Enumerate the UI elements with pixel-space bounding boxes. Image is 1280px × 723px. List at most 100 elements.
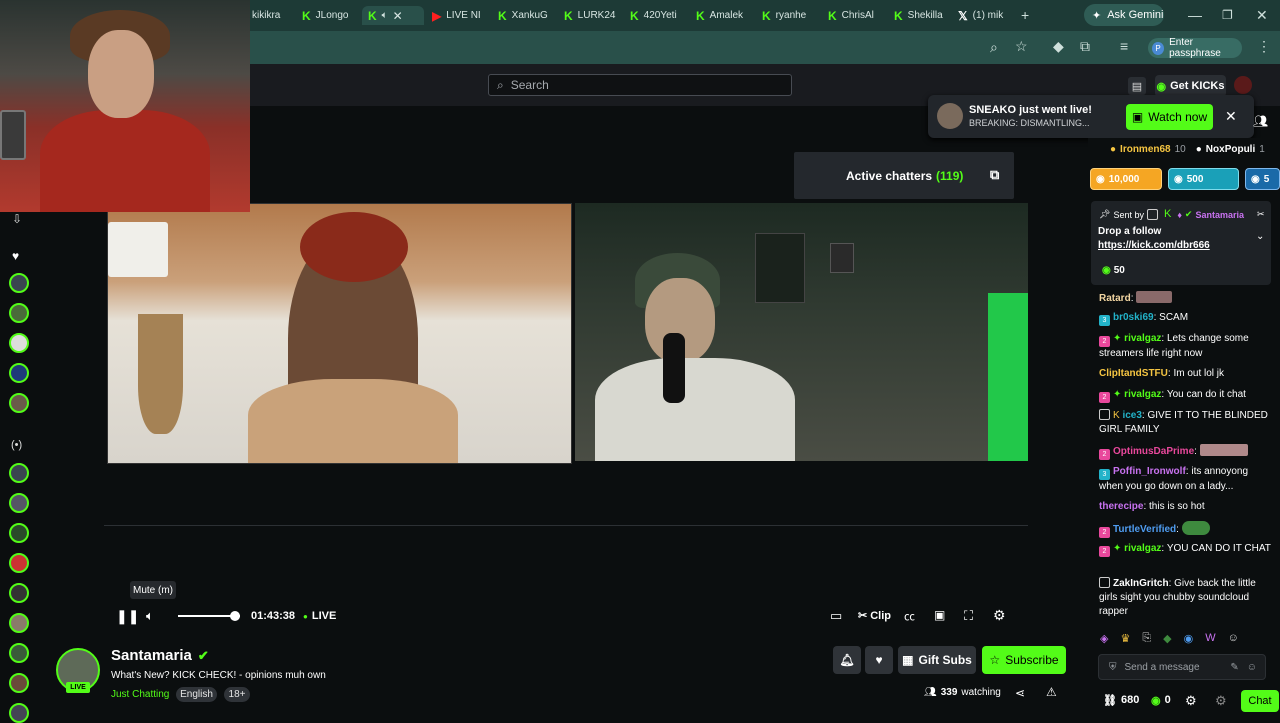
chat-username[interactable]: therecipe [1099, 501, 1143, 512]
pinned-link[interactable]: https://kick.com/dbr666 [1098, 240, 1210, 251]
chat-send-button[interactable]: Chat [1241, 690, 1279, 712]
maximize-icon[interactable]: ❐ [1222, 8, 1233, 22]
chat-username[interactable]: ZakInGritch [1113, 578, 1169, 589]
gift-subs-button[interactable]: ▦ Gift Subs [898, 646, 976, 674]
browser-tab[interactable]: Kryanhe [762, 6, 814, 25]
browser-tab-active[interactable]: K 🔈︎ ✕ [362, 6, 424, 25]
live-channel-avatar[interactable] [9, 673, 29, 693]
gifter-name[interactable]: Ironmen68 [1120, 144, 1171, 155]
unpin-icon[interactable]: ✂ [1257, 209, 1265, 220]
settings-gear-icon[interactable]: ⚙ [993, 607, 1006, 624]
live-channel-avatar[interactable] [9, 493, 29, 513]
ask-gemini-button[interactable]: ✦ Ask Gemini [1084, 4, 1164, 26]
emote-icon[interactable]: ☺ [1228, 632, 1239, 648]
close-tab-icon[interactable]: ✕ [393, 9, 403, 23]
volume-icon[interactable]: 🔈︎ [146, 608, 154, 624]
passphrase-button[interactable]: P Enter passphrase [1148, 37, 1242, 59]
chat-message-input[interactable]: ⛨ Send a message ✎ ☺ [1098, 654, 1266, 680]
live-channel-avatar[interactable] [9, 613, 29, 633]
live-channel-avatar[interactable] [9, 703, 29, 723]
share-icon[interactable]: ⋖ [1015, 686, 1025, 700]
mod-tools-icon[interactable]: ⚙ [1215, 693, 1227, 709]
pause-icon[interactable]: ❚❚ [116, 608, 139, 625]
followed-channel-avatar[interactable] [9, 363, 29, 383]
chat-username[interactable]: Ratard [1099, 293, 1131, 304]
zoom-icon[interactable]: ⌕ [990, 40, 998, 54]
gift-box-blue[interactable]: ◉ 500 [1168, 168, 1239, 190]
chat-users-icon[interactable]: 👥︎ [1253, 114, 1268, 128]
browser-tab[interactable]: K LURK24 [564, 6, 616, 25]
browser-tab[interactable]: K Shekilla [894, 6, 946, 25]
browser-tab[interactable]: ▶ LIVE NI [432, 6, 484, 25]
gift-box-partial[interactable]: ◉ 5 [1245, 168, 1280, 190]
close-notification-icon[interactable]: ✕ [1225, 108, 1237, 125]
emote-icon[interactable]: W [1205, 632, 1215, 648]
new-tab-icon[interactable]: + [1021, 8, 1029, 22]
kicks-balance[interactable]: ◉ 0 [1151, 694, 1171, 707]
live-channel-avatar[interactable] [9, 553, 29, 573]
user-avatar[interactable] [1234, 76, 1252, 94]
live-channels-icon[interactable]: (•) [11, 439, 22, 451]
fullscreen-icon[interactable]: ⛶ [964, 608, 973, 624]
heart-icon[interactable]: ♥ [12, 249, 19, 263]
captions-icon[interactable]: ㏄ [904, 608, 915, 624]
chat-settings-gear-icon[interactable]: ⚙ [1185, 693, 1197, 709]
theater-icon[interactable]: ▭ [830, 608, 842, 624]
emote-icon[interactable]: ♛ [1120, 632, 1130, 648]
extensions-puzzle-icon[interactable]: ⧉ [1080, 39, 1090, 53]
chevron-down-icon[interactable]: ⌄ [1256, 231, 1264, 242]
emote-icon[interactable]: ◈ [1100, 632, 1108, 648]
live-channel-avatar[interactable] [9, 463, 29, 483]
chat-username[interactable]: rivalgaz [1124, 543, 1161, 554]
channel-name[interactable]: Santamaria [111, 647, 192, 664]
window-close-icon[interactable]: ✕ [1256, 8, 1268, 22]
emote-icon[interactable]: ◆ [1163, 632, 1171, 648]
browser-tab[interactable]: K 420Yeti [630, 6, 682, 25]
volume-slider-handle[interactable] [230, 611, 240, 621]
bookmark-star-icon[interactable]: ☆ [1015, 39, 1028, 53]
speaker-icon[interactable]: 🔈︎ [382, 10, 388, 21]
tag-age[interactable]: 18+ [224, 687, 250, 702]
chat-username[interactable]: Poffin_Ironwolf [1113, 466, 1186, 477]
live-channel-avatar[interactable] [9, 583, 29, 603]
followed-channel-avatar[interactable] [9, 273, 29, 293]
chat-username[interactable]: br0ski69 [1113, 312, 1154, 323]
followed-channel-avatar[interactable] [9, 333, 29, 353]
gifter-name[interactable]: NoxPopuli [1206, 144, 1255, 155]
browser-tab[interactable]: K ChrisAl [828, 6, 880, 25]
pinned-sender[interactable]: Santamaria [1195, 210, 1244, 220]
live-channel-avatar[interactable] [9, 523, 29, 543]
chat-username[interactable]: ClipItandSTFU [1099, 368, 1168, 379]
chat-username[interactable]: OptimusDaPrime [1113, 446, 1194, 457]
chat-username[interactable]: rivalgaz [1124, 333, 1161, 344]
emote-icon[interactable]: ⎘ [1142, 632, 1151, 648]
followed-channel-avatar[interactable] [9, 393, 29, 413]
extension-icon[interactable]: ◆ [1053, 39, 1064, 53]
category-link[interactable]: Just Chatting [111, 689, 169, 700]
clip-button[interactable]: ✂ Clip [858, 609, 891, 623]
layout-icon[interactable]: ▤ [1128, 77, 1146, 95]
live-channel-avatar[interactable] [9, 643, 29, 663]
subscribe-button[interactable]: ☆ Subscribe [982, 646, 1066, 674]
gift-box-gold[interactable]: ◉ 10,000 [1090, 168, 1162, 190]
translate-icon[interactable]: ✎ [1230, 662, 1238, 673]
search-input[interactable]: ⌕ Search [488, 74, 792, 96]
followed-channel-avatar[interactable] [9, 303, 29, 323]
tag-language[interactable]: English [176, 687, 217, 702]
popout-icon[interactable]: ⧉ [990, 167, 999, 183]
browser-tab[interactable]: K Amalek [696, 6, 748, 25]
minimize-icon[interactable]: — [1188, 8, 1202, 22]
browser-tab[interactable]: 𝕏 (1) mik [958, 6, 1010, 25]
miniplayer-icon[interactable]: ▣ [934, 608, 945, 622]
get-kicks-button[interactable]: ◉ Get KICKs [1155, 75, 1226, 97]
report-warning-icon[interactable]: ⚠ [1046, 685, 1057, 699]
channel-points[interactable]: ⛓ 680 [1103, 694, 1139, 707]
media-control-icon[interactable]: ≡ [1120, 39, 1128, 53]
emoji-icon[interactable]: ☺ [1247, 662, 1257, 673]
chat-username[interactable]: ice3 [1122, 410, 1141, 421]
following-icon[interactable]: ⇩ [12, 212, 22, 226]
follow-heart-button[interactable]: ♥ [865, 646, 893, 674]
browser-tab[interactable]: K JLongo [302, 6, 354, 25]
chat-username[interactable]: rivalgaz [1124, 389, 1161, 400]
notification-bell-button[interactable]: 🔔︎ [833, 646, 861, 674]
